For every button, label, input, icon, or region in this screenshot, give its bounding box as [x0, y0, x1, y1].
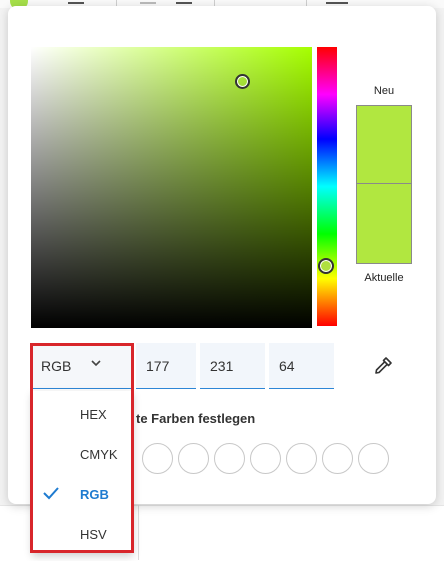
- dropdown-item-label: HSV: [80, 527, 107, 542]
- blue-value-input[interactable]: 64: [269, 343, 334, 389]
- custom-colors-label: te Farben festlegen: [136, 411, 256, 426]
- saturation-value-handle[interactable]: [235, 74, 250, 89]
- custom-color-slot[interactable]: [214, 443, 245, 474]
- saturation-value-area[interactable]: [31, 47, 312, 328]
- dropdown-item-label: CMYK: [80, 447, 118, 462]
- eyedropper-icon[interactable]: [372, 355, 394, 377]
- dropdown-item-cmyk[interactable]: CMYK: [32, 433, 133, 473]
- toolbar-dash-icon: [176, 2, 192, 4]
- custom-color-slot[interactable]: [142, 443, 173, 474]
- dropdown-item-hsv[interactable]: HSV: [32, 513, 133, 553]
- hue-slider-handle[interactable]: [318, 258, 334, 274]
- custom-color-slot[interactable]: [178, 443, 209, 474]
- custom-color-slot[interactable]: [322, 443, 353, 474]
- dropdown-item-label: RGB: [80, 487, 109, 502]
- new-color-label: Neu: [373, 85, 395, 97]
- custom-color-slot[interactable]: [358, 443, 389, 474]
- custom-color-slot[interactable]: [286, 443, 317, 474]
- chevron-down-icon: [90, 357, 102, 372]
- hue-slider[interactable]: [317, 47, 337, 326]
- toolbar-dash-icon: [326, 2, 348, 4]
- red-value-input[interactable]: 177: [136, 343, 196, 389]
- blue-value-text: 64: [279, 358, 295, 374]
- current-color-swatch[interactable]: [356, 184, 412, 264]
- new-color-swatch: [356, 105, 412, 184]
- toolbar-dash-icon: [140, 2, 156, 4]
- toolbar-dash-icon: [68, 2, 84, 4]
- green-value-text: 231: [210, 358, 234, 374]
- dropdown-item-label: HEX: [80, 407, 107, 422]
- background-divider: [138, 505, 139, 560]
- current-color-label: Aktuelle: [364, 272, 404, 284]
- dropdown-item-hex[interactable]: HEX: [32, 393, 133, 433]
- check-icon: [42, 485, 60, 501]
- color-mode-dropdown: HEX CMYK RGB HSV: [32, 391, 133, 553]
- red-value-text: 177: [146, 358, 170, 374]
- dropdown-item-rgb[interactable]: RGB: [32, 473, 133, 513]
- color-mode-value: RGB: [41, 358, 72, 374]
- green-value-input[interactable]: 231: [200, 343, 265, 389]
- color-mode-select[interactable]: RGB: [32, 343, 132, 389]
- custom-color-slot[interactable]: [250, 443, 281, 474]
